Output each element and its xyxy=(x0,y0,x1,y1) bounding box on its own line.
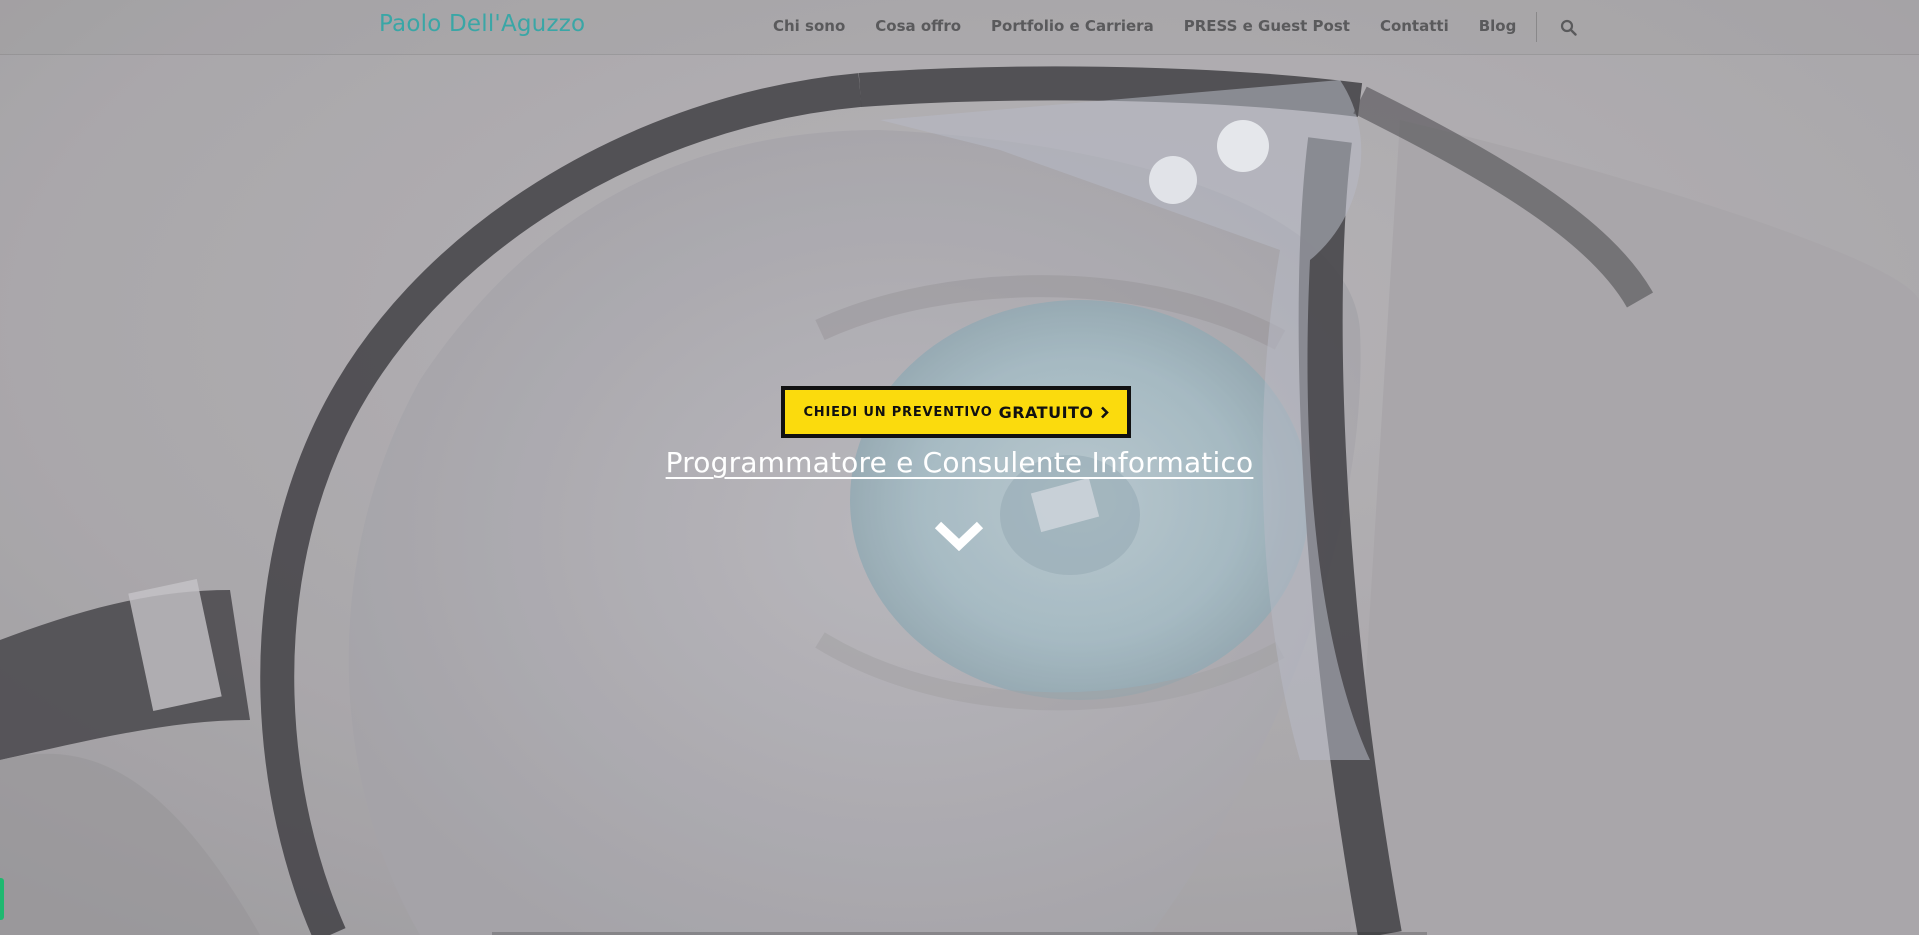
request-quote-button[interactable]: CHIEDI UN PREVENTIVO GRATUITO xyxy=(781,386,1131,438)
side-badge[interactable] xyxy=(0,878,4,920)
site-header: Paolo Dell'Aguzzo Chi sono Cosa offro Po… xyxy=(0,0,1919,55)
nav-item-chi-sono[interactable]: Chi sono xyxy=(773,0,845,54)
site-brand-link[interactable]: Paolo Dell'Aguzzo xyxy=(379,11,585,37)
nav-divider xyxy=(1536,12,1538,42)
search-icon[interactable] xyxy=(1557,16,1579,38)
nav-item-press[interactable]: PRESS e Guest Post xyxy=(1184,0,1350,54)
hero-subtitle[interactable]: Programmatore e Consulente Informatico xyxy=(0,446,1919,479)
nav-item-portfolio[interactable]: Portfolio e Carriera xyxy=(991,0,1154,54)
chevron-right-icon xyxy=(1100,406,1109,419)
cta-label-small: CHIEDI UN PREVENTIVO xyxy=(803,404,993,420)
nav-item-blog[interactable]: Blog xyxy=(1479,0,1517,54)
nav-item-cosa-offro[interactable]: Cosa offro xyxy=(875,0,961,54)
page: Paolo Dell'Aguzzo Chi sono Cosa offro Po… xyxy=(0,0,1919,935)
main-navigation: Chi sono Cosa offro Portfolio e Carriera… xyxy=(773,0,1579,54)
chevron-down-icon[interactable] xyxy=(933,518,985,552)
cta-label-big: GRATUITO xyxy=(998,402,1094,422)
nav-item-contatti[interactable]: Contatti xyxy=(1380,0,1449,54)
